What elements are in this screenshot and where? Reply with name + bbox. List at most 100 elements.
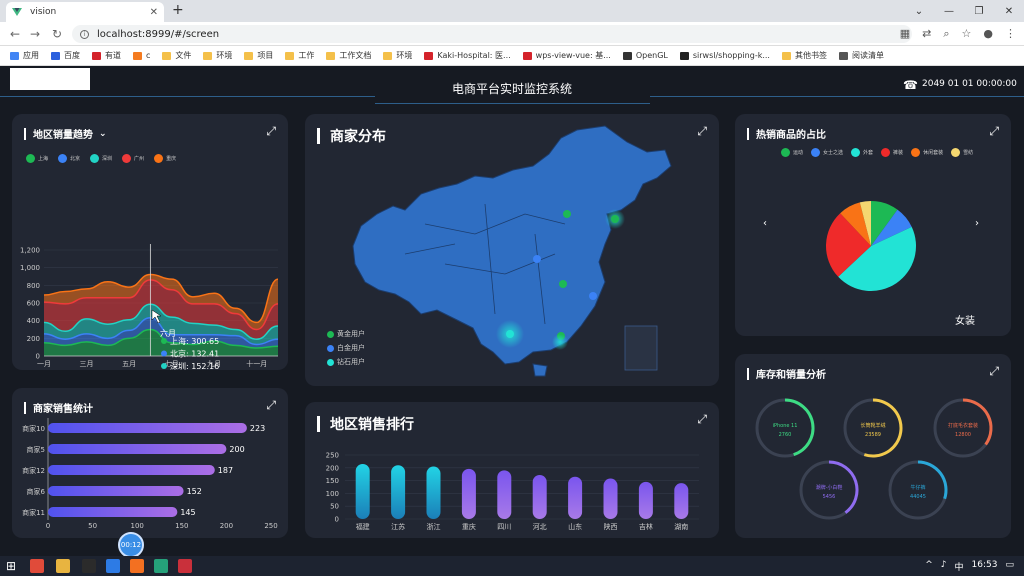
reload-icon[interactable]: ↻ [52, 27, 62, 41]
folder-icon[interactable] [56, 559, 70, 573]
url-field[interactable]: i localhost:8999/#/screen [72, 25, 912, 43]
browser-icon[interactable] [106, 559, 120, 573]
bookmark-item[interactable]: wps-view-vue: 基... [522, 50, 611, 61]
browser-tab[interactable]: vision ✕ [6, 2, 164, 22]
translate-icon[interactable]: ⇄ [922, 27, 931, 41]
close-tab-icon[interactable]: ✕ [150, 7, 158, 18]
maximize-button[interactable]: ❐ [964, 6, 994, 17]
gauge-name: iPhone 11 [773, 423, 798, 429]
windows-taskbar: ⊞ ^ ♪ 中 16:53 ▭ [0, 556, 1024, 576]
legend-item[interactable]: 钻石用户 [327, 357, 365, 367]
clock[interactable]: 16:53 [972, 560, 998, 573]
x-tick-label: 山东 [568, 522, 582, 531]
x-tick-label: 200 [220, 522, 233, 530]
bookmark-item[interactable]: 环境 [383, 50, 412, 61]
tooltip-marker [161, 350, 167, 357]
bookmark-item[interactable]: Kaki-Hospital: 医... [424, 50, 511, 61]
qr-icon[interactable]: ▦ [900, 27, 910, 41]
y-tick-label: 400 [27, 317, 40, 325]
china-map[interactable] [305, 114, 719, 386]
bookmark-item[interactable]: 项目 [244, 50, 273, 61]
bookmark-item[interactable]: c [133, 51, 150, 60]
video-player-timer[interactable]: 00:12 [118, 532, 144, 558]
bookmark-item[interactable]: 百度 [51, 50, 80, 61]
menu-icon[interactable]: ⋮ [1005, 27, 1016, 41]
seller-bar-商家12 [48, 465, 215, 475]
bookmark-icon [92, 51, 101, 60]
browser-tabbar: vision ✕ + ⌄ — ❐ ✕ [0, 0, 1024, 22]
bookmark-item[interactable]: 工作文档 [326, 50, 371, 61]
speaker-icon[interactable]: ♪ [941, 560, 947, 573]
map-legend: 黄金用户白金用户钻石用户 [327, 329, 365, 367]
y-tick-label: 100 [326, 490, 339, 498]
gauge-name: 潮牌-小白鞋 [816, 484, 843, 491]
back-icon[interactable]: ← [10, 27, 20, 41]
tray-arrow-icon[interactable]: ^ [925, 560, 933, 573]
bookmark-item[interactable]: 阅读清单 [838, 50, 884, 61]
rank-chart[interactable]: 0 50 100 150 200 250 福建 江苏 浙江 重庆 四川 河北 山东 陕西 吉林 湖南 [305, 402, 719, 538]
y-tick-label: 商家12 [22, 466, 45, 475]
bookmark-item[interactable]: 工作 [285, 50, 314, 61]
new-tab-button[interactable]: + [172, 2, 184, 18]
bar-value-label: 223 [250, 424, 265, 433]
x-tick-label: 吉林 [639, 522, 653, 531]
rank-bar-河北 [532, 474, 547, 519]
gauge-value: 44045 [910, 494, 926, 500]
y-tick-label: 800 [27, 282, 40, 290]
trend-chart[interactable]: 02004006008001,0001,200一月 三月 五月 七月 九月 十一月六月上海… [12, 114, 288, 370]
bookmark-item[interactable]: sirwsl/shopping-k... [679, 51, 770, 60]
y-tick-label: 1,200 [20, 247, 40, 255]
hot-pie-chart[interactable] [735, 114, 1011, 336]
vue-icon [12, 8, 22, 16]
x-tick-label: 江苏 [391, 522, 405, 531]
bar-value-label: 145 [180, 508, 195, 517]
bookmark-item[interactable]: 应用 [10, 50, 39, 61]
seller-panel: 商家销售统计 ⤢ 0 50 100 150 200 250 商家11 145 商家6 152 商家1… [12, 388, 288, 538]
address-bar: ← → ↻ i localhost:8999/#/screen ▦ ⇄ ⌕ ☆ … [0, 22, 1024, 46]
bookmark-icon [326, 51, 336, 60]
ime-indicator[interactable]: 中 [955, 560, 964, 573]
bookmark-icon [838, 51, 848, 60]
bookmark-label: 其他书签 [794, 51, 827, 60]
x-tick-label: 三月 [80, 360, 94, 368]
minimize-button[interactable]: — [934, 6, 964, 17]
x-tick-label: 150 [175, 522, 188, 530]
chrome-icon[interactable] [30, 559, 44, 573]
header-datetime: 2049 01 01 00:00:00 [922, 79, 1017, 89]
bookmark-item[interactable]: OpenGL [622, 51, 668, 60]
rank-bar-浙江 [426, 466, 441, 519]
star-icon[interactable]: ☆ [962, 27, 972, 41]
zoom-icon[interactable]: ⌕ [943, 27, 949, 41]
legend-item[interactable]: 黄金用户 [327, 329, 365, 339]
forward-icon[interactable]: → [30, 27, 40, 41]
terminal-icon[interactable] [82, 559, 96, 573]
rank-bar-重庆 [461, 468, 476, 519]
x-tick-label: 250 [264, 522, 277, 530]
x-tick-label: 0 [46, 522, 50, 530]
x-tick-label: 陕西 [604, 522, 618, 531]
stock-gauges[interactable]: iPhone 11 2760 长筒靴羊绒 23589 打底毛衣套装 12800 潮牌-小白鞋… [735, 354, 1011, 538]
avatar-icon[interactable]: ● [983, 27, 993, 41]
profile-menu-icon[interactable]: ⌄ [904, 6, 934, 17]
tooltip-marker [161, 338, 167, 344]
app-icon[interactable] [130, 559, 144, 573]
y-tick-label: 200 [27, 335, 40, 343]
editor-icon[interactable] [154, 559, 168, 573]
gauge-value: 23589 [865, 432, 881, 438]
info-icon[interactable]: i [80, 29, 89, 39]
windows-start-icon[interactable]: ⊞ [6, 559, 16, 573]
legend-swatch [327, 344, 334, 352]
notification-icon[interactable]: ▭ [1005, 560, 1014, 573]
seller-chart[interactable]: 0 50 100 150 200 250 商家11 145 商家6 152 商家12 187 商家5 20… [12, 388, 288, 538]
legend-item[interactable]: 白金用户 [327, 343, 365, 353]
bookmark-item[interactable]: 环境 [203, 50, 232, 61]
bookmark-label: 应用 [23, 51, 39, 60]
bookmark-label: Kaki-Hospital: 医... [437, 51, 511, 60]
close-window-button[interactable]: ✕ [994, 6, 1024, 17]
bookmark-item[interactable]: 其他书签 [781, 50, 827, 61]
y-tick-label: 商家10 [22, 424, 45, 433]
bookmark-icon [424, 51, 434, 60]
bookmark-item[interactable]: 文件 [162, 50, 191, 61]
bookmark-item[interactable]: 有道 [92, 50, 121, 61]
app-icon[interactable] [178, 559, 192, 573]
